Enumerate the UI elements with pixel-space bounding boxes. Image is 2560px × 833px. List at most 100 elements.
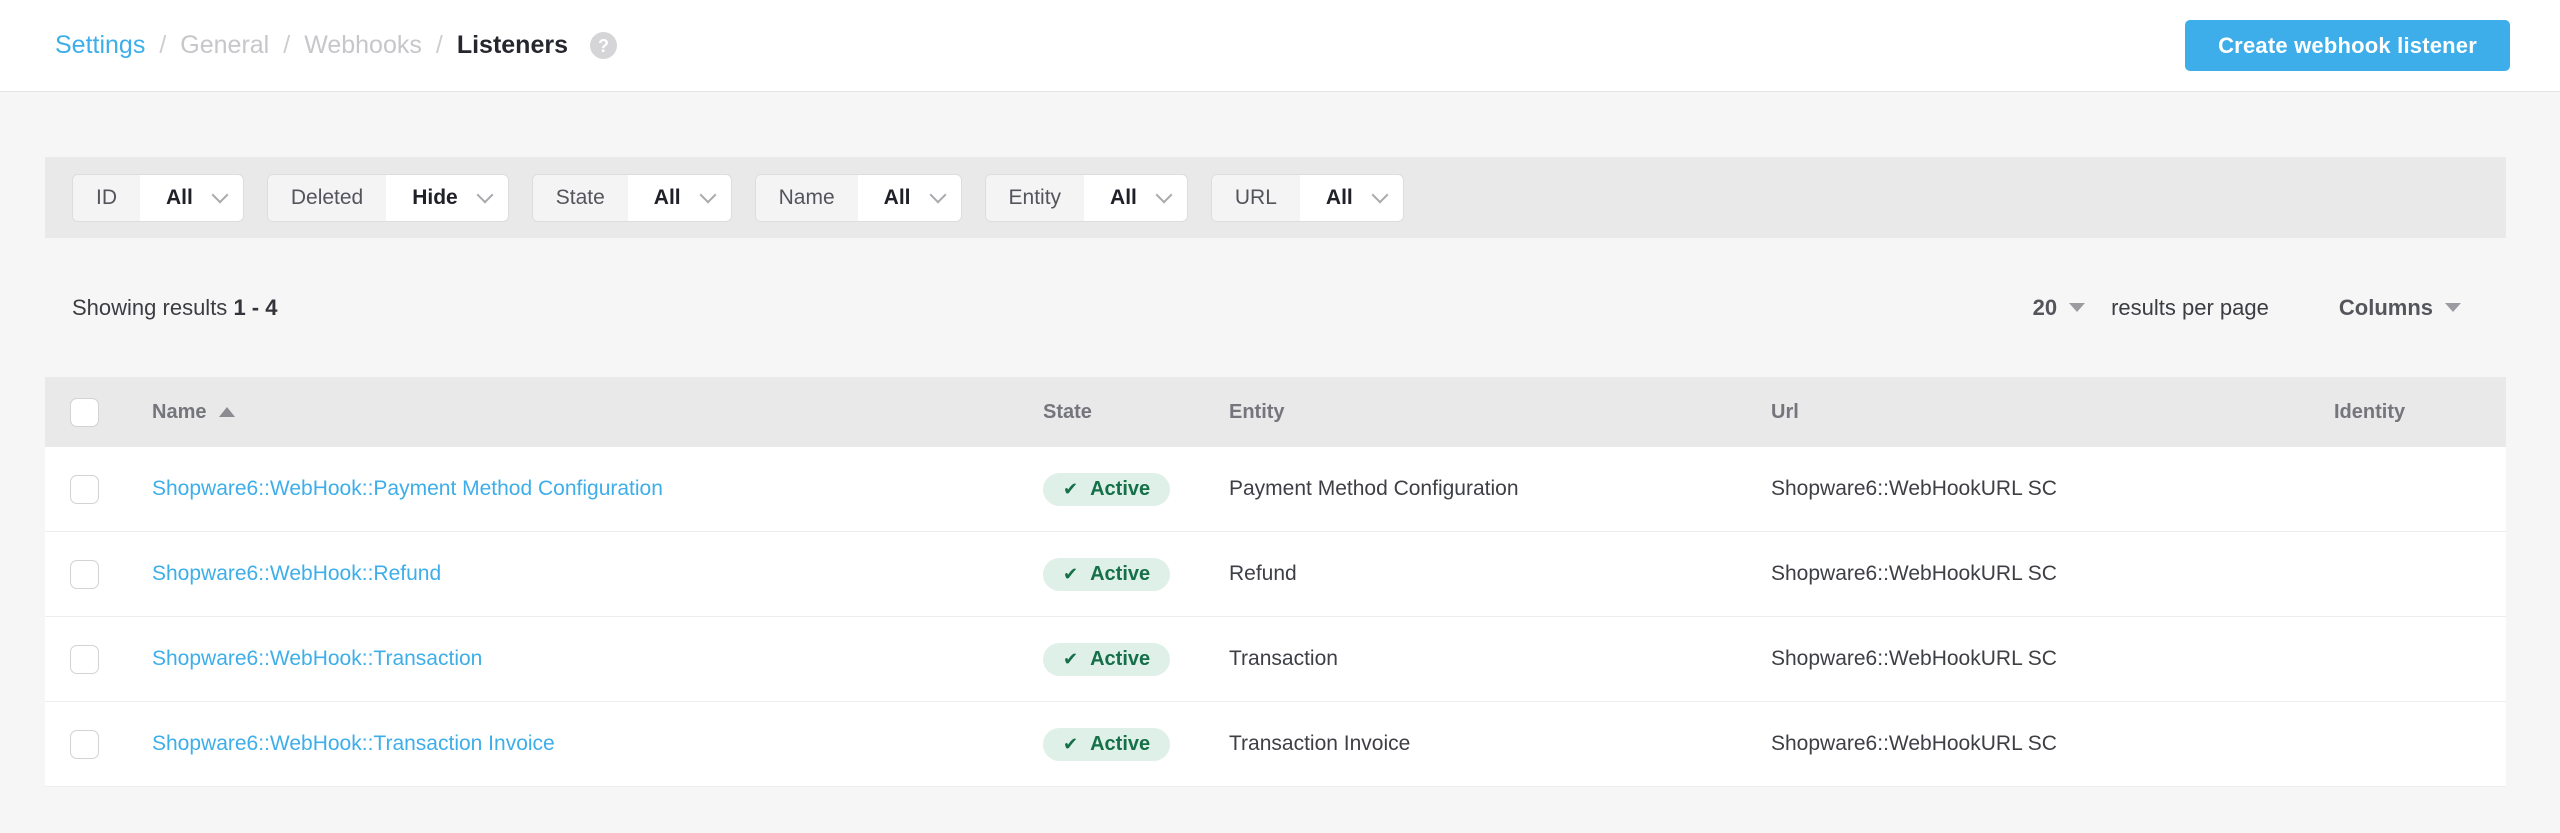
columns-dropdown[interactable]: Columns bbox=[2339, 295, 2461, 321]
listener-name-link[interactable]: Shopware6::WebHook::Transaction bbox=[152, 647, 482, 671]
help-icon[interactable]: ? bbox=[590, 32, 617, 59]
table-row: Shopware6::WebHook::Payment Method Confi… bbox=[45, 447, 2506, 532]
name-cell: Shopware6::WebHook::Payment Method Confi… bbox=[152, 477, 1043, 501]
row-checkbox[interactable] bbox=[70, 560, 99, 589]
results-summary: Showing results 1 - 4 bbox=[72, 295, 277, 321]
column-header-state: State bbox=[1043, 401, 1229, 424]
listener-name-link[interactable]: Shopware6::WebHook::Refund bbox=[152, 562, 441, 586]
breadcrumb-separator: / bbox=[436, 31, 443, 60]
triangle-down-icon bbox=[2069, 303, 2085, 312]
filter-value: Hide bbox=[386, 175, 468, 221]
columns-label: Columns bbox=[2339, 295, 2433, 321]
status-label: Active bbox=[1090, 648, 1150, 671]
filter-bar: ID All Deleted Hide State All Name All E… bbox=[45, 157, 2506, 238]
filter-entity[interactable]: Entity All bbox=[985, 174, 1188, 222]
row-checkbox[interactable] bbox=[70, 645, 99, 674]
status-label: Active bbox=[1090, 563, 1150, 586]
row-checkbox-cell bbox=[45, 645, 152, 674]
state-cell: ✔ Active bbox=[1043, 728, 1229, 761]
table-row: Shopware6::WebHook::Transaction ✔ Active… bbox=[45, 617, 2506, 702]
filter-id[interactable]: ID All bbox=[72, 174, 244, 222]
row-checkbox[interactable] bbox=[70, 730, 99, 759]
check-icon: ✔ bbox=[1063, 480, 1078, 498]
per-page-value: 20 bbox=[2033, 295, 2057, 321]
filter-label: State bbox=[533, 175, 628, 221]
page-content: ID All Deleted Hide State All Name All E… bbox=[0, 157, 2560, 787]
results-summary-prefix: Showing results bbox=[72, 295, 227, 320]
filter-name[interactable]: Name All bbox=[755, 174, 962, 222]
filter-value: All bbox=[858, 175, 921, 221]
chevron-down-icon bbox=[1147, 175, 1181, 221]
filter-label: ID bbox=[73, 175, 140, 221]
state-cell: ✔ Active bbox=[1043, 643, 1229, 676]
status-label: Active bbox=[1090, 733, 1150, 756]
per-page-label: results per page bbox=[2111, 295, 2269, 321]
breadcrumb-item-listeners: Listeners bbox=[457, 31, 568, 60]
breadcrumb-separator: / bbox=[283, 31, 290, 60]
filter-deleted[interactable]: Deleted Hide bbox=[267, 174, 509, 222]
per-page-dropdown[interactable]: 20 bbox=[2033, 295, 2085, 321]
results-bar: Showing results 1 - 4 20 results per pag… bbox=[45, 238, 2506, 377]
breadcrumb: Settings / General / Webhooks / Listener… bbox=[55, 31, 617, 60]
row-checkbox[interactable] bbox=[70, 475, 99, 504]
listener-name-link[interactable]: Shopware6::WebHook::Payment Method Confi… bbox=[152, 477, 663, 501]
top-bar: Settings / General / Webhooks / Listener… bbox=[0, 0, 2560, 92]
name-cell: Shopware6::WebHook::Transaction Invoice bbox=[152, 732, 1043, 756]
url-cell: Shopware6::WebHookURL SC bbox=[1771, 562, 2334, 586]
listener-name-link[interactable]: Shopware6::WebHook::Transaction Invoice bbox=[152, 732, 555, 756]
column-header-label: State bbox=[1043, 401, 1092, 424]
filter-state[interactable]: State All bbox=[532, 174, 732, 222]
breadcrumb-item-webhooks: Webhooks bbox=[304, 31, 422, 60]
results-summary-range: 1 - 4 bbox=[233, 295, 277, 320]
triangle-down-icon bbox=[2445, 303, 2461, 312]
filter-value: All bbox=[1084, 175, 1147, 221]
column-header-identity: Identity bbox=[2334, 401, 2506, 424]
entity-cell: Transaction bbox=[1229, 647, 1771, 671]
check-icon: ✔ bbox=[1063, 565, 1078, 583]
column-header-name[interactable]: Name bbox=[152, 401, 1043, 424]
listeners-table: Name State Entity Url Identity bbox=[45, 377, 2506, 787]
row-checkbox-cell bbox=[45, 730, 152, 759]
status-badge: ✔ Active bbox=[1043, 558, 1170, 591]
url-cell: Shopware6::WebHookURL SC bbox=[1771, 647, 2334, 671]
row-checkbox-cell bbox=[45, 560, 152, 589]
filter-label: URL bbox=[1212, 175, 1300, 221]
column-header-label: Url bbox=[1771, 401, 1799, 424]
name-cell: Shopware6::WebHook::Refund bbox=[152, 562, 1043, 586]
status-label: Active bbox=[1090, 478, 1150, 501]
breadcrumb-item-general: General bbox=[180, 31, 269, 60]
filter-label: Name bbox=[756, 175, 858, 221]
column-header-entity: Entity bbox=[1229, 401, 1771, 424]
status-badge: ✔ Active bbox=[1043, 728, 1170, 761]
select-all-checkbox[interactable] bbox=[70, 398, 99, 427]
entity-cell: Payment Method Configuration bbox=[1229, 477, 1771, 501]
filter-label: Deleted bbox=[268, 175, 386, 221]
breadcrumb-item-settings[interactable]: Settings bbox=[55, 31, 145, 60]
state-cell: ✔ Active bbox=[1043, 558, 1229, 591]
column-header-url: Url bbox=[1771, 401, 2334, 424]
status-badge: ✔ Active bbox=[1043, 643, 1170, 676]
name-cell: Shopware6::WebHook::Transaction bbox=[152, 647, 1043, 671]
webhook-listeners-page: Settings / General / Webhooks / Listener… bbox=[0, 0, 2560, 833]
table-row: Shopware6::WebHook::Refund ✔ Active Refu… bbox=[45, 532, 2506, 617]
breadcrumb-separator: / bbox=[159, 31, 166, 60]
chevron-down-icon bbox=[691, 175, 725, 221]
entity-cell: Transaction Invoice bbox=[1229, 732, 1771, 756]
column-header-label: Entity bbox=[1229, 401, 1285, 424]
chevron-down-icon bbox=[1363, 175, 1397, 221]
header-checkbox-cell bbox=[45, 398, 152, 427]
results-bar-right: 20 results per page Columns bbox=[2033, 295, 2461, 321]
table-row: Shopware6::WebHook::Transaction Invoice … bbox=[45, 702, 2506, 787]
url-cell: Shopware6::WebHookURL SC bbox=[1771, 477, 2334, 501]
column-header-label: Identity bbox=[2334, 401, 2405, 424]
check-icon: ✔ bbox=[1063, 650, 1078, 668]
create-webhook-listener-button[interactable]: Create webhook listener bbox=[2185, 20, 2510, 71]
url-cell: Shopware6::WebHookURL SC bbox=[1771, 732, 2334, 756]
filter-value: All bbox=[628, 175, 691, 221]
filter-value: All bbox=[140, 175, 203, 221]
status-badge: ✔ Active bbox=[1043, 473, 1170, 506]
chevron-down-icon bbox=[468, 175, 502, 221]
filter-label: Entity bbox=[986, 175, 1085, 221]
state-cell: ✔ Active bbox=[1043, 473, 1229, 506]
filter-url[interactable]: URL All bbox=[1211, 174, 1404, 222]
